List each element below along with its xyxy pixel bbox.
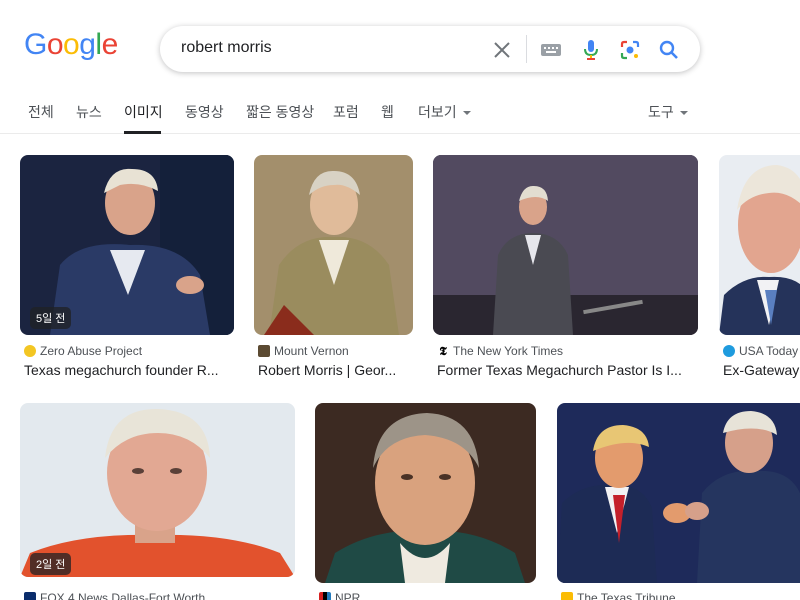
result-source: USA Today — [723, 344, 798, 358]
result-thumbnail[interactable]: 2일 전 — [20, 403, 295, 577]
result-title[interactable]: Texas megachurch founder R... — [24, 362, 234, 378]
active-tab-indicator — [124, 131, 161, 134]
image-result[interactable]: 5일 전 Zero Abuse Project Texas megachurch… — [20, 155, 234, 385]
clear-icon[interactable] — [490, 38, 514, 62]
source-favicon — [561, 592, 573, 600]
image-result[interactable]: NPR — [315, 403, 536, 600]
source-favicon — [258, 345, 270, 357]
source-favicon — [24, 345, 36, 357]
chevron-down-icon — [462, 111, 471, 115]
search-icon[interactable] — [657, 38, 681, 62]
search-divider — [526, 35, 527, 63]
chevron-down-icon — [679, 111, 688, 115]
result-title[interactable]: Ex-Gateway — [723, 362, 800, 378]
source-name: USA Today — [739, 344, 799, 358]
logo-letter: e — [101, 28, 119, 61]
search-box[interactable]: robert morris — [160, 26, 700, 72]
image-result[interactable]: 2일 전 FOX 4 News Dallas-Fort Worth — [20, 403, 295, 600]
result-source: Zero Abuse Project — [24, 344, 142, 358]
time-badge: 5일 전 — [30, 307, 72, 329]
source-favicon — [319, 592, 331, 600]
tab-short-videos[interactable]: 짧은 동영상 — [246, 102, 314, 122]
source-name: Mount Vernon — [274, 344, 349, 358]
result-thumbnail[interactable] — [719, 155, 800, 335]
google-logo[interactable]: Google — [24, 30, 118, 60]
source-name: The New York Times — [453, 344, 564, 358]
source-favicon — [24, 592, 36, 600]
search-tabs: 전체 뉴스 이미지 동영상 짧은 동영상 포럼 웹 더보기 도구 — [0, 96, 800, 134]
tab-videos[interactable]: 동영상 — [185, 102, 224, 122]
result-source: NPR — [319, 591, 360, 600]
lens-icon[interactable] — [618, 38, 642, 62]
tab-all[interactable]: 전체 — [28, 102, 54, 122]
result-source: 𝕿 The New York Times — [437, 344, 563, 358]
tools-label: 도구 — [648, 104, 674, 120]
result-thumbnail[interactable] — [557, 403, 800, 583]
tab-more-label: 더보기 — [418, 104, 457, 120]
image-result[interactable]: Mount Vernon Robert Morris | Geor... — [254, 155, 413, 385]
result-thumbnail[interactable] — [254, 155, 413, 335]
logo-letter: o — [63, 28, 80, 61]
image-result[interactable]: The Texas Tribune — [557, 403, 800, 600]
tab-web[interactable]: 웹 — [381, 102, 394, 122]
result-thumbnail[interactable] — [433, 155, 698, 335]
result-title[interactable]: Former Texas Megachurch Pastor Is I... — [437, 362, 698, 378]
tab-more[interactable]: 더보기 — [418, 102, 471, 122]
nyt-icon: 𝕿 — [437, 345, 449, 357]
result-thumbnail[interactable]: 5일 전 — [20, 155, 234, 335]
search-input[interactable]: robert morris — [181, 39, 272, 57]
tools-button[interactable]: 도구 — [648, 102, 688, 122]
microphone-icon[interactable] — [579, 38, 603, 62]
source-name: Zero Abuse Project — [40, 344, 143, 358]
result-thumbnail[interactable] — [315, 403, 536, 583]
result-source: The Texas Tribune — [561, 591, 676, 600]
tab-news[interactable]: 뉴스 — [76, 102, 102, 122]
logo-letter: g — [79, 28, 96, 61]
logo-letter: o — [46, 28, 64, 61]
result-source: FOX 4 News Dallas-Fort Worth — [24, 591, 205, 600]
result-source: Mount Vernon — [258, 344, 349, 358]
image-result[interactable]: 𝕿 The New York Times Former Texas Megachu… — [433, 155, 698, 385]
keyboard-icon[interactable] — [539, 38, 563, 62]
source-name: FOX 4 News Dallas-Fort Worth — [40, 591, 206, 600]
logo-letter: G — [24, 28, 47, 61]
tab-forums[interactable]: 포럼 — [333, 102, 359, 122]
source-name: The Texas Tribune — [577, 591, 676, 600]
time-badge: 2일 전 — [30, 553, 72, 575]
source-name: NPR — [335, 591, 361, 600]
result-title[interactable]: Robert Morris | Geor... — [258, 362, 413, 378]
tab-images[interactable]: 이미지 — [124, 102, 163, 122]
image-result[interactable]: USA Today Ex-Gateway — [719, 155, 800, 385]
source-favicon — [723, 345, 735, 357]
